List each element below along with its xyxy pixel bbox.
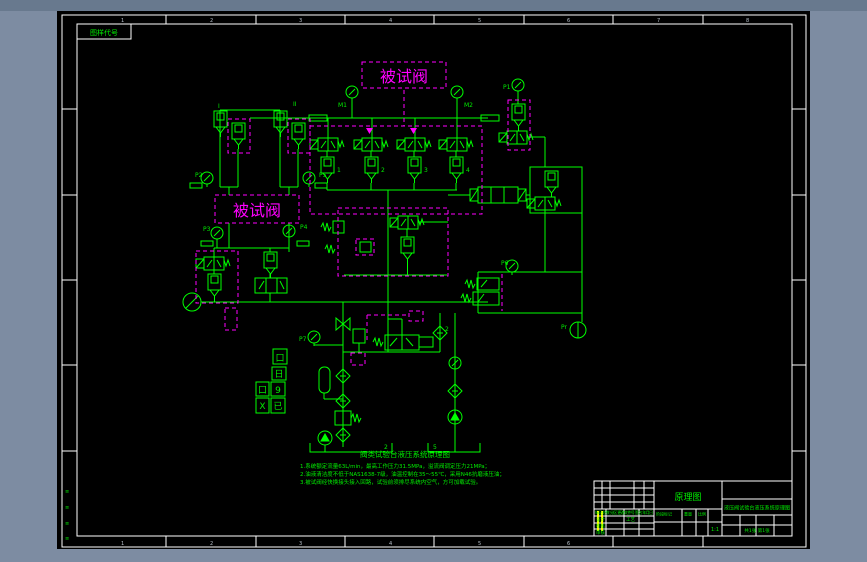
svg-text:口: 口 <box>258 386 267 396</box>
component-label: 1 <box>337 167 341 174</box>
pressure-gauge <box>569 321 587 339</box>
cartridge-valve <box>449 156 464 184</box>
svg-text:X: X <box>259 402 265 412</box>
zone-numbers-top: 1 2 3 4 5 6 7 8 <box>121 18 749 24</box>
svg-text:≡: ≡ <box>65 521 69 527</box>
zone-number: 4 <box>389 541 392 547</box>
solenoid-valve <box>195 256 231 271</box>
zone-number: 7 <box>657 18 660 24</box>
component-label: P2 <box>195 172 203 179</box>
zone-number: 1 <box>121 18 124 24</box>
component-label: P1 <box>503 84 511 91</box>
svg-text:口: 口 <box>275 354 284 364</box>
note-line: 3.被试阀经快换接头接入回路，试验前须排尽系统内空气，方可加载试验。 <box>300 478 481 486</box>
zone-number: 5 <box>478 541 481 547</box>
stage-label: 阶段标记 <box>656 511 672 517</box>
pressure-gauge <box>345 85 359 102</box>
schematic-caption: 阀类试验台液压系统原理图 <box>360 449 450 459</box>
note-line: 1.系统额定流量63L/min，最高工作压力31.5MPa，溢流阀调定压力21M… <box>300 462 490 470</box>
component-label: M1 <box>338 102 347 109</box>
test-valve-label: 被试阀 <box>233 201 281 220</box>
valve-block <box>529 166 583 214</box>
component-label: I <box>218 103 220 110</box>
pressure-gauge <box>450 85 464 102</box>
test-valve-label: 被试阀 <box>380 67 428 86</box>
zone-number: 2 <box>210 18 213 24</box>
component-label: P3 <box>203 226 211 233</box>
zone-number: 3 <box>299 541 302 547</box>
note-line: 2.油液清洁度不低于NAS1638-7级，油温控制在35～55℃，采用N46抗磨… <box>300 470 505 478</box>
solenoid-valve <box>526 196 562 211</box>
solenoid-valve <box>438 137 474 152</box>
viewport-top-strip <box>0 0 867 11</box>
title-block-header: 标记 处数 分区 更改文件号 签名 年月日 <box>595 509 653 515</box>
zone-number: 2 <box>210 541 213 547</box>
title-block-row-label: 工艺 <box>626 517 635 523</box>
cad-viewport: 1 2 3 4 5 6 7 8 1 2 3 4 5 6 图样代号 ≡ ≡ ≡ ≡ 口 日 口 9 X 已… <box>0 0 867 562</box>
svg-text:≡: ≡ <box>65 489 69 495</box>
zone-number: 6 <box>567 541 570 547</box>
component-label: P6 <box>501 260 509 267</box>
component-label: P4 <box>300 224 308 231</box>
component-label: M2 <box>464 102 473 109</box>
stage-label: 比例 <box>698 511 706 517</box>
technical-notes: 1.系统额定流量63L/min，最高工作压力31.5MPa，溢流阀调定压力21M… <box>300 462 505 486</box>
test-group-box <box>309 125 483 215</box>
highlight-layer: 被试阀 被试阀 <box>195 61 531 366</box>
zone-number: 3 <box>299 18 302 24</box>
marker-triangle <box>410 128 417 134</box>
corner-label-text: 图样代号 <box>90 28 118 37</box>
zone-numbers-bottom: 1 2 3 4 5 6 <box>121 541 570 547</box>
pilot-valve <box>359 241 372 253</box>
solenoid-valve <box>309 137 345 152</box>
relief-valve <box>476 277 500 291</box>
svg-text:≡: ≡ <box>65 536 69 542</box>
zone-number: 8 <box>746 18 749 24</box>
svg-text:日: 日 <box>274 369 283 380</box>
component-label: Pr <box>561 324 568 331</box>
solenoid-valve <box>353 137 389 152</box>
scale-value: 1:1 <box>711 527 719 533</box>
title-block: 标记 处数 分区 更改文件号 签名 年月日 设计 校核 审核 工艺 原理图 阶段… <box>593 480 793 537</box>
title-block-row-label: 审核 <box>596 529 605 536</box>
accumulator <box>318 366 331 394</box>
title-block-row-label: 校核 <box>596 523 605 530</box>
hydraulic-circuit: 口 日 口 9 X 已 <box>182 78 587 453</box>
component-label: 3 <box>424 167 428 174</box>
zone-number: 1 <box>121 541 124 547</box>
cartridge-valve <box>291 122 306 150</box>
zone-number: 6 <box>567 18 570 24</box>
hydraulic-pump <box>317 430 333 446</box>
pressure-gauge <box>302 171 316 188</box>
svg-text:已: 已 <box>273 401 282 412</box>
component-label: P5 <box>319 172 327 179</box>
proportional-valve <box>477 186 519 204</box>
legend-symbols: 口 日 口 9 X 已 <box>255 348 288 414</box>
cartridge-valve <box>231 122 246 150</box>
title-block-row-label: 设计 <box>596 516 605 523</box>
sheet-info: 共1张 第1张 <box>744 527 770 534</box>
pressure-gauge <box>200 171 214 188</box>
zone-number: 4 <box>389 18 392 24</box>
svg-text:≡: ≡ <box>65 505 69 511</box>
product-name: 液压阀试验台液压系统原理图 <box>724 505 790 512</box>
zone-number: 5 <box>478 18 481 24</box>
margin-marks: ≡ ≡ ≡ ≡ <box>65 489 69 542</box>
cartridge-valve <box>320 156 335 184</box>
component-label: 2 <box>381 167 385 174</box>
pilot-relief-valve <box>352 328 366 344</box>
drawing-sheet: 1 2 3 4 5 6 7 8 1 2 3 4 5 6 图样代号 ≡ ≡ ≡ ≡ 口 日 口 9 X 已… <box>61 14 807 548</box>
cartridge-valve <box>364 156 379 184</box>
stage-label: 重量 <box>684 511 692 517</box>
component-label: II <box>293 101 297 108</box>
component-label: 2 <box>445 326 449 333</box>
solenoid-valve <box>396 137 432 152</box>
svg-text:9: 9 <box>275 386 281 396</box>
cartridge-valve <box>407 156 422 184</box>
component-label: 4 <box>466 167 470 174</box>
drawing-title: 原理图 <box>674 492 701 503</box>
relief-valve <box>472 291 500 306</box>
drawing-canvas[interactable]: 1 2 3 4 5 6 7 8 1 2 3 4 5 6 图样代号 ≡ ≡ ≡ ≡ 口 日 口 9 X 已… <box>57 11 810 549</box>
component-label: P7 <box>299 336 307 343</box>
